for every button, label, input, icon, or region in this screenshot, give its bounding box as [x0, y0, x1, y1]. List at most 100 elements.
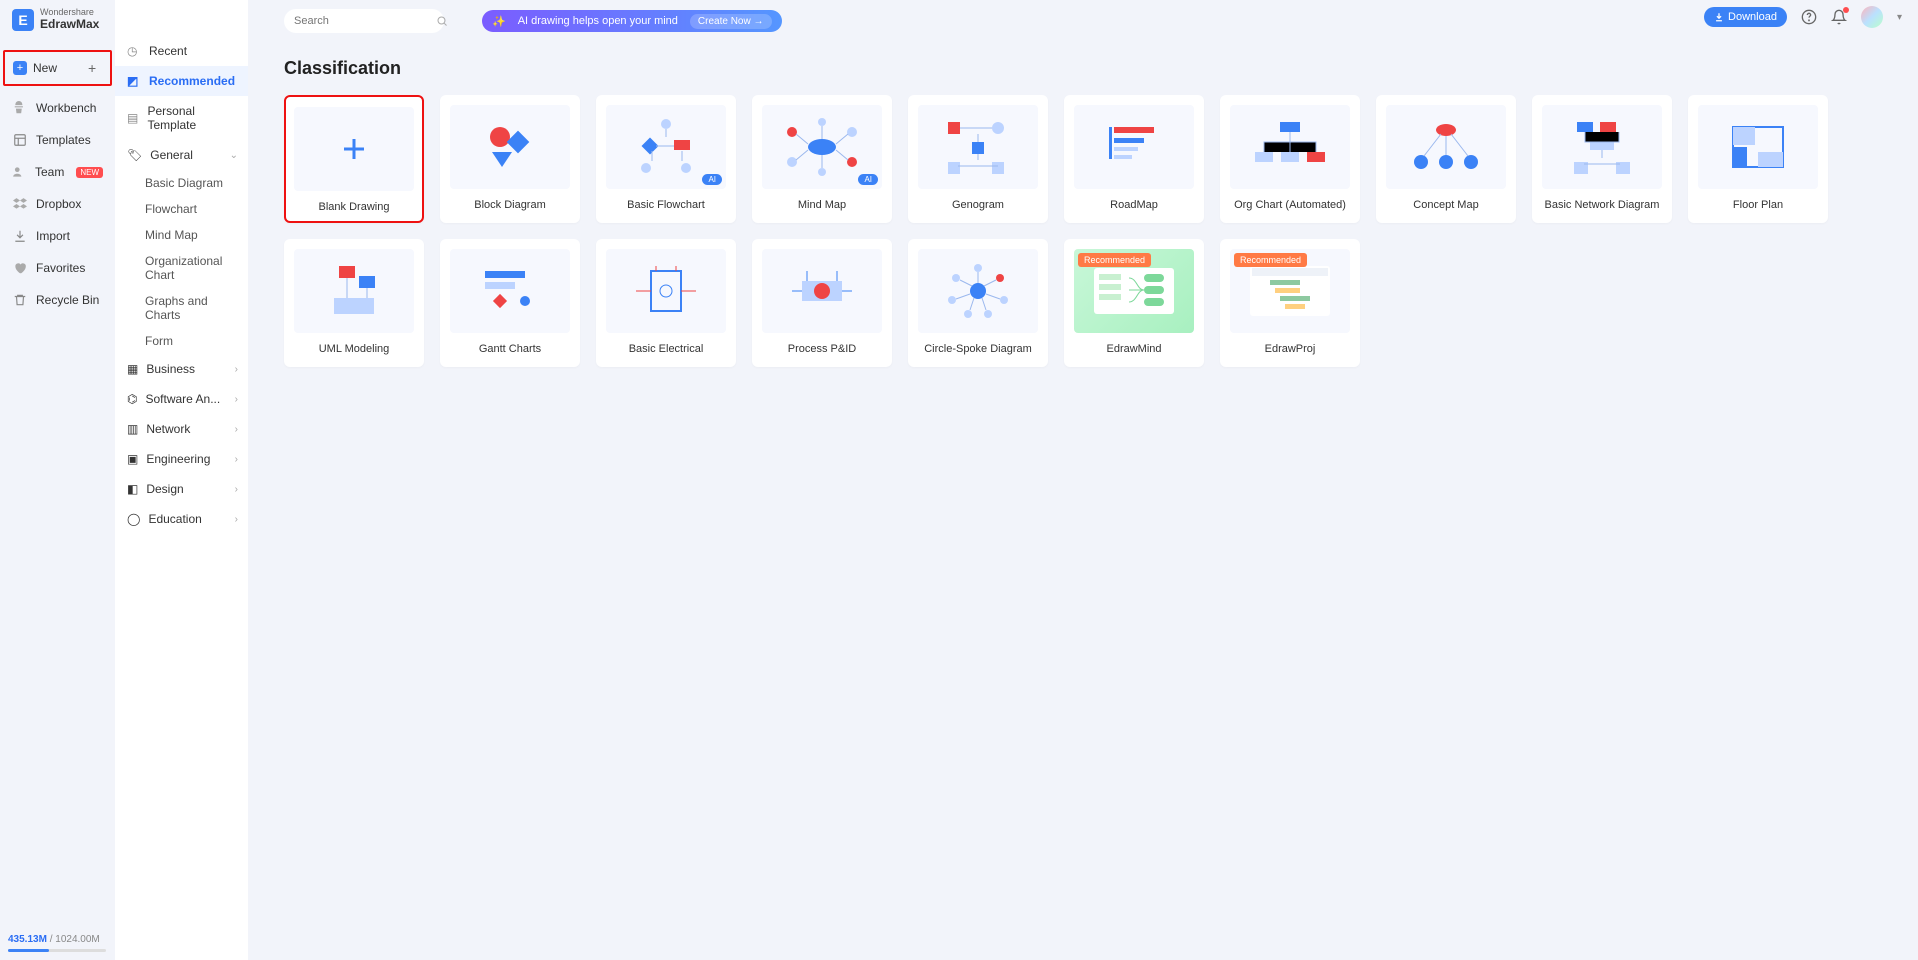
side-personal-template[interactable]: ▤ Personal Template: [115, 96, 248, 140]
search-icon: [436, 15, 448, 27]
sub-mind-map[interactable]: Mind Map: [115, 222, 248, 248]
chevron-down-icon: ⌄: [230, 150, 238, 161]
nav-favorites[interactable]: Favorites: [0, 252, 115, 284]
side-label: Personal Template: [148, 104, 237, 132]
sub-graphs-and-charts[interactable]: Graphs and Charts: [115, 288, 248, 328]
card-uml-modeling[interactable]: UML Modeling: [284, 239, 424, 367]
nav-workbench[interactable]: Workbench: [0, 92, 115, 124]
nav-label: Dropbox: [36, 197, 81, 211]
group-icon: ◧: [127, 482, 138, 496]
card-edrawproj[interactable]: RecommendedEdrawProj: [1220, 239, 1360, 367]
nav-label: Templates: [36, 133, 91, 147]
card-edrawmind[interactable]: RecommendedEdrawMind: [1064, 239, 1204, 367]
chevron-right-icon: ›: [235, 484, 238, 495]
side-icon: ◷: [127, 44, 141, 58]
group-label: Software An...: [145, 392, 220, 406]
search-input[interactable]: [294, 15, 436, 27]
create-now-button[interactable]: Create Now →: [690, 14, 772, 29]
group-icon: ⌬: [127, 392, 137, 406]
download-label: Download: [1728, 11, 1777, 23]
card-thumb: [1542, 105, 1662, 189]
card-label: Basic Electrical: [629, 343, 704, 355]
card-genogram[interactable]: Genogram: [908, 95, 1048, 223]
group-label: Business: [146, 362, 195, 376]
card-gantt-charts[interactable]: Gantt Charts: [440, 239, 580, 367]
new-label: New: [33, 61, 57, 75]
ai-banner[interactable]: ✨ AI drawing helps open your mind Create…: [482, 10, 782, 32]
card-label: Mind Map: [798, 199, 846, 211]
nav-label: Team: [35, 165, 64, 179]
card-label: EdrawProj: [1265, 343, 1316, 355]
card-concept-map[interactable]: Concept Map: [1376, 95, 1516, 223]
side-icon: ▤: [127, 111, 140, 125]
nav-label: Recycle Bin: [36, 293, 99, 307]
card-thumb: [918, 249, 1038, 333]
side-label: Recent: [149, 44, 187, 58]
avatar-chevron-icon[interactable]: ▾: [1897, 12, 1902, 23]
group-engineering[interactable]: ▣ Engineering ›: [115, 444, 248, 474]
group-label: Network: [146, 422, 190, 436]
card-label: RoadMap: [1110, 199, 1158, 211]
bell-icon[interactable]: [1831, 9, 1847, 25]
card-blank-drawing[interactable]: Blank Drawing: [284, 95, 424, 223]
group-icon: ◯: [127, 512, 140, 526]
card-label: UML Modeling: [319, 343, 390, 355]
sub-form[interactable]: Form: [115, 328, 248, 354]
card-label: Basic Flowchart: [627, 199, 705, 211]
group-general[interactable]: 🏷General⌄: [115, 140, 248, 170]
nav-dropbox[interactable]: Dropbox: [0, 188, 115, 220]
nav-recycle-bin[interactable]: Recycle Bin: [0, 284, 115, 316]
help-icon[interactable]: [1801, 9, 1817, 25]
group-design[interactable]: ◧Design›: [115, 474, 248, 504]
card-roadmap[interactable]: RoadMap: [1064, 95, 1204, 223]
card-thumb: [450, 249, 570, 333]
card-thumb: [1074, 105, 1194, 189]
group-network[interactable]: ▥Network›: [115, 414, 248, 444]
storage-used: 435.13M: [8, 934, 47, 945]
side-label: Recommended: [149, 74, 235, 88]
card-thumb: [1698, 105, 1818, 189]
sub-organizational-chart[interactable]: Organizational Chart: [115, 248, 248, 288]
nav-import[interactable]: Import: [0, 220, 115, 252]
side-recommended[interactable]: ◩Recommended: [115, 66, 248, 96]
chevron-right-icon: ›: [235, 514, 238, 525]
card-basic-flowchart[interactable]: AI Basic Flowchart: [596, 95, 736, 223]
sub-basic-diagram[interactable]: Basic Diagram: [115, 170, 248, 196]
nav-templates[interactable]: Templates: [0, 124, 115, 156]
card-thumb: AI: [762, 105, 882, 189]
side-recent[interactable]: ◷ Recent: [115, 36, 248, 66]
new-button[interactable]: +New +: [3, 50, 112, 86]
card-process-p-id[interactable]: Process P&ID: [752, 239, 892, 367]
download-button[interactable]: Download: [1704, 7, 1787, 27]
card-floor-plan[interactable]: Floor Plan: [1688, 95, 1828, 223]
group-label: General: [150, 148, 193, 162]
card-basic-network-diagram[interactable]: Basic Network Diagram: [1532, 95, 1672, 223]
nav-label: Import: [36, 229, 70, 243]
card-label: Concept Map: [1413, 199, 1478, 211]
group-label: Engineering: [146, 452, 210, 466]
templates-icon: [12, 132, 28, 148]
card-block-diagram[interactable]: Block Diagram: [440, 95, 580, 223]
app-logo: E Wondershare EdrawMax: [12, 8, 99, 31]
card-circle-spoke-diagram[interactable]: Circle-Spoke Diagram: [908, 239, 1048, 367]
nav-team[interactable]: TeamNEW: [0, 156, 115, 188]
card-basic-electrical[interactable]: Basic Electrical: [596, 239, 736, 367]
card-thumb: [918, 105, 1038, 189]
brand-name: EdrawMax: [40, 18, 99, 31]
avatar[interactable]: [1861, 6, 1883, 28]
card-org-chart-automated-[interactable]: Org Chart (Automated): [1220, 95, 1360, 223]
card-mind-map[interactable]: AI Mind Map: [752, 95, 892, 223]
card-label: Gantt Charts: [479, 343, 541, 355]
chevron-right-icon: ›: [235, 454, 238, 465]
sub-flowchart[interactable]: Flowchart: [115, 196, 248, 222]
card-label: Org Chart (Automated): [1234, 199, 1346, 211]
search-box[interactable]: [284, 9, 444, 33]
group-business[interactable]: ▦Business›: [115, 354, 248, 384]
group-icon: ▣: [127, 452, 138, 466]
group-software-an---[interactable]: ⌬Software An...›: [115, 384, 248, 414]
logo-icon: E: [12, 9, 34, 31]
card-label: Process P&ID: [788, 343, 856, 355]
card-thumb: [1386, 105, 1506, 189]
ai-tag: AI: [702, 174, 722, 185]
group-education[interactable]: ◯Education›: [115, 504, 248, 534]
